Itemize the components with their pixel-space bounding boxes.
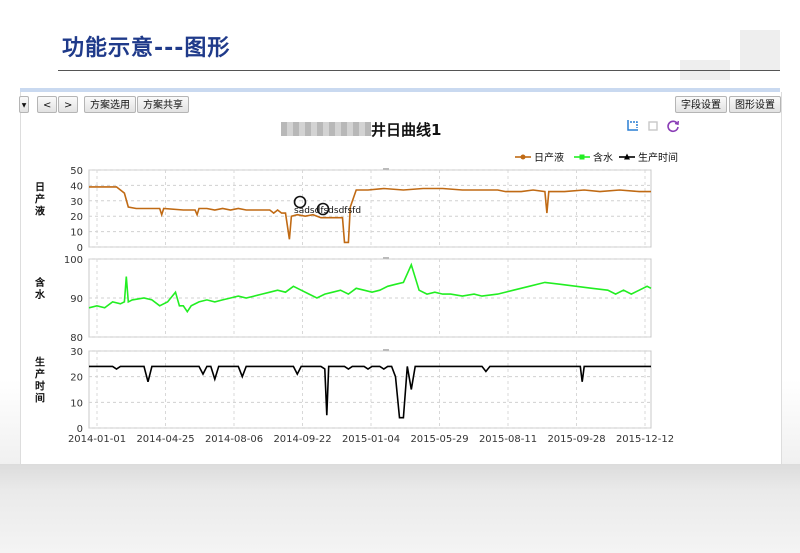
annotation-label: sadsdfsdsdfsfd <box>294 206 361 216</box>
chart-area: 01020304050日产液8090100含水0102030生产时间2014-0… <box>34 151 678 445</box>
y-tick-label: 0 <box>77 243 83 254</box>
y-tick-label: 30 <box>70 347 83 358</box>
y-tick-label: 10 <box>70 398 83 409</box>
decorative-block <box>740 30 780 70</box>
y-tick-label: 80 <box>70 333 83 344</box>
title-underline <box>58 70 780 71</box>
x-tick-label: 2015-01-04 <box>342 434 400 445</box>
slide-title: 功能示意---图形 <box>62 36 231 61</box>
y-tick-label: 90 <box>70 294 83 305</box>
y-axis-label: 含水 <box>34 276 46 301</box>
y-tick-label: 30 <box>70 197 83 208</box>
y-tick-label: 100 <box>64 255 83 266</box>
legend-marker <box>579 154 585 160</box>
x-tick-label: 2015-08-11 <box>479 434 537 445</box>
x-tick-label: 2014-01-01 <box>68 434 126 445</box>
y-tick-label: 10 <box>70 228 83 239</box>
x-tick-label: 2015-05-29 <box>410 434 468 445</box>
chart-application-panel: ▼ < > 方案选用 方案共享 字段设置 图形设置 井日曲线1 0 10 20 30 4… <box>19 92 782 464</box>
y-tick-label: 50 <box>70 166 83 177</box>
x-tick-label: 2014-09-22 <box>273 434 331 445</box>
floor-background <box>0 464 800 553</box>
x-tick-label: 2015-09-28 <box>547 434 605 445</box>
legend-label: 日产液 <box>534 151 564 164</box>
y-tick-label: 20 <box>70 373 83 384</box>
legend-marker <box>520 154 526 160</box>
x-tick-label: 2014-04-25 <box>136 434 194 445</box>
y-tick-label: 40 <box>70 181 83 192</box>
x-tick-label: 2014-08-06 <box>205 434 263 445</box>
legend-label: 生产时间 <box>638 151 678 164</box>
y-tick-label: 20 <box>70 212 83 223</box>
plot-frame <box>88 350 652 429</box>
x-tick-label: 2015-12-12 <box>616 434 674 445</box>
legend-label: 含水 <box>593 151 613 164</box>
y-axis-label: 日产液 <box>35 182 45 218</box>
y-axis-label: 生产时间 <box>35 356 45 405</box>
